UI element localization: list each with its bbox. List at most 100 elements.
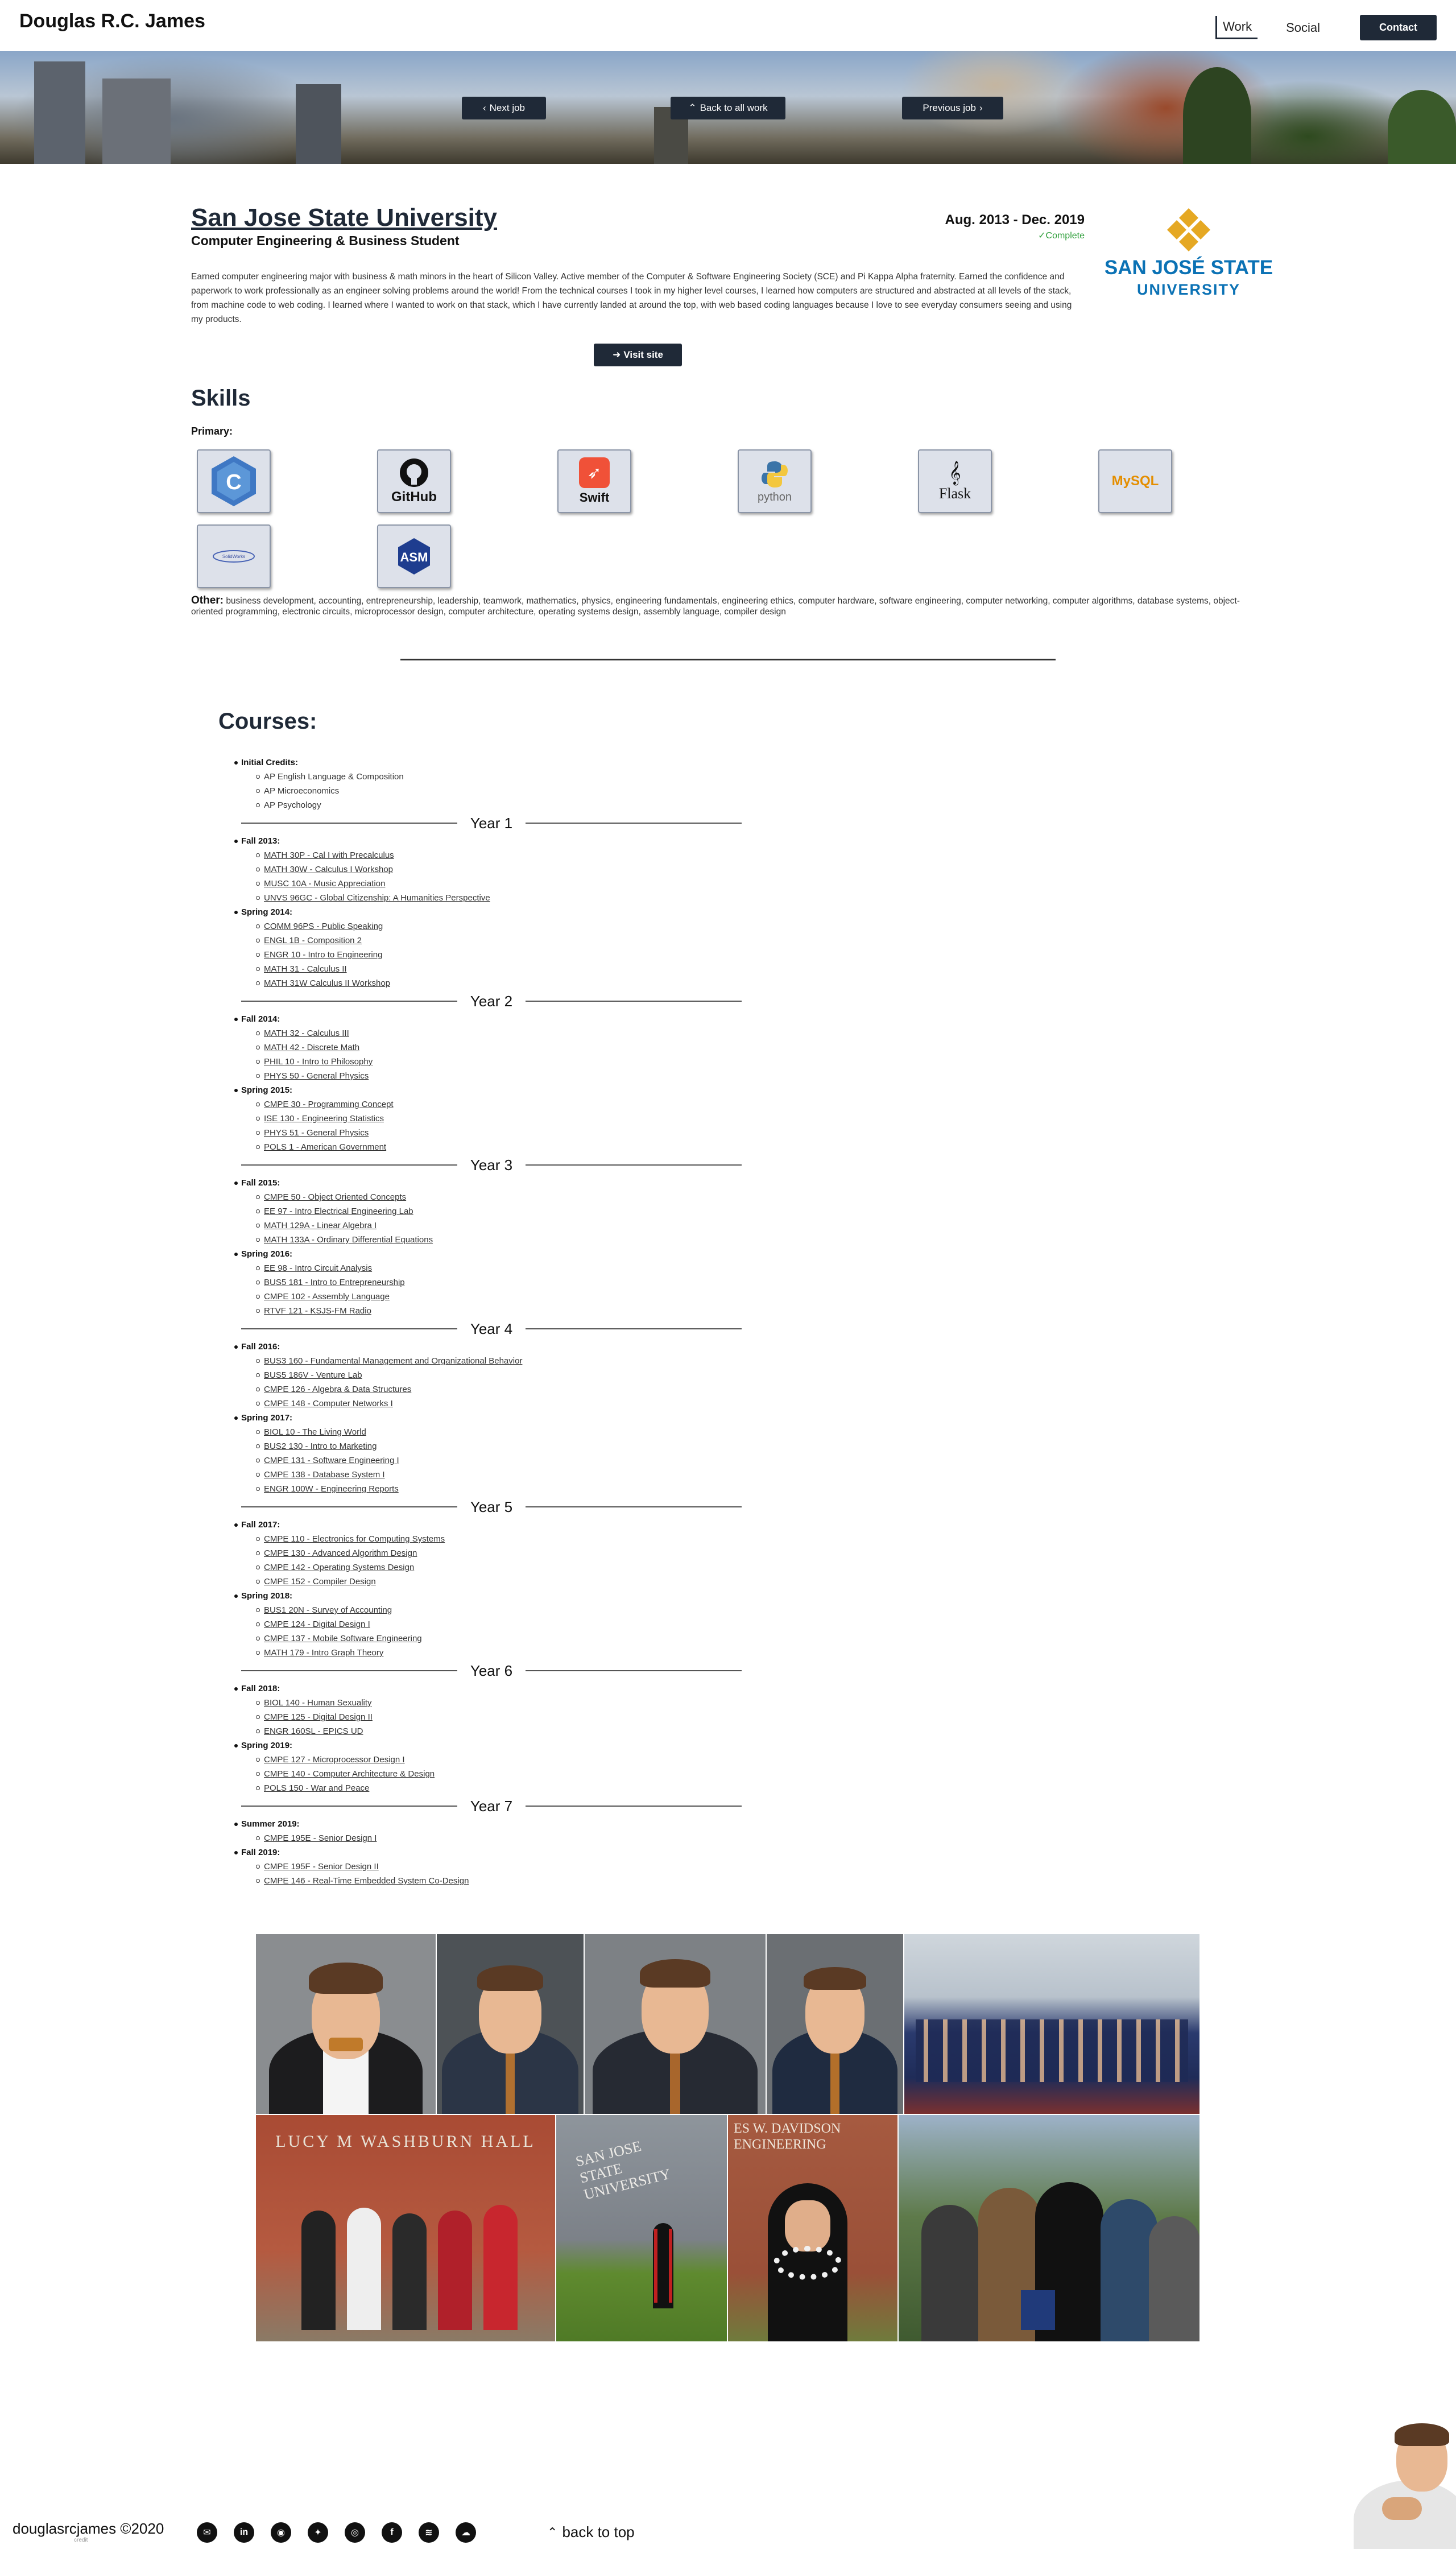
previous-job-button[interactable]: Previous job › <box>902 97 1003 119</box>
check-icon: ✓ <box>1038 231 1046 241</box>
job-title[interactable]: San Jose State University <box>191 204 497 232</box>
course-item[interactable]: CMPE 148 - Computer Networks I <box>218 1397 787 1411</box>
copyright-text: douglasrcjames ©2020 <box>13 2520 164 2537</box>
course-item[interactable]: ENGR 100W - Engineering Reports <box>218 1482 787 1496</box>
course-item[interactable]: RTVF 121 - KSJS-FM Radio <box>218 1304 787 1318</box>
year-label: Year 4 <box>470 1320 513 1337</box>
group-photo-washburn[interactable]: LUCY M WASHBURN HALL <box>256 2115 555 2341</box>
soundcloud-icon[interactable]: ☁ <box>456 2522 476 2543</box>
course-item[interactable]: CMPE 126 - Algebra & Data Structures <box>218 1382 787 1397</box>
chevron-up-icon: ⌃ <box>547 2525 558 2539</box>
course-item[interactable]: POLS 1 - American Government <box>218 1140 787 1154</box>
course-item[interactable]: CMPE 50 - Object Oriented Concepts <box>218 1190 787 1204</box>
course-item[interactable]: MATH 129A - Linear Algebra I <box>218 1218 787 1233</box>
course-item[interactable]: ISE 130 - Engineering Statistics <box>218 1112 787 1126</box>
family-photo[interactable] <box>899 2115 1199 2341</box>
course-item[interactable]: COMM 96PS - Public Speaking <box>218 919 787 933</box>
course-item[interactable]: CMPE 124 - Digital Design I <box>218 1617 787 1631</box>
site-brand[interactable]: Douglas R.C. James <box>19 10 205 32</box>
course-item[interactable]: CMPE 195F - Senior Design II <box>218 1860 787 1874</box>
course-item[interactable]: CMPE 195E - Senior Design I <box>218 1831 787 1845</box>
course-item[interactable]: BIOL 140 - Human Sexuality <box>218 1696 787 1710</box>
campus-sign-photo[interactable]: SAN JOSE STATE UNIVERSITY <box>556 2115 727 2341</box>
back-to-top-link[interactable]: ⌃ back to top <box>547 2523 635 2541</box>
python-icon: python <box>738 449 812 513</box>
year-label: Year 6 <box>470 1662 513 1679</box>
next-job-button[interactable]: ‹ Next job <box>462 97 546 119</box>
course-item[interactable]: CMPE 125 - Digital Design II <box>218 1710 787 1724</box>
back-to-all-work-button[interactable]: ⌃ Back to all work <box>671 97 785 119</box>
course-item[interactable]: BUS3 160 - Fundamental Management and Or… <box>218 1354 787 1368</box>
course-item[interactable]: ENGR 160SL - EPICS UD <box>218 1724 787 1738</box>
previous-job-label: Previous job <box>923 102 976 113</box>
portrait-photo-4[interactable] <box>767 1934 903 2114</box>
course-item[interactable]: ENGR 10 - Intro to Engineering <box>218 948 787 962</box>
course-item[interactable]: PHYS 50 - General Physics <box>218 1069 787 1083</box>
instagram-icon[interactable]: ◎ <box>345 2522 365 2543</box>
year-label: Year 3 <box>470 1156 513 1174</box>
course-item[interactable]: CMPE 102 - Assembly Language <box>218 1290 787 1304</box>
course-item[interactable]: CMPE 131 - Software Engineering I <box>218 1453 787 1468</box>
course-item[interactable]: CMPE 152 - Compiler Design <box>218 1575 787 1589</box>
github-icon[interactable]: ◉ <box>271 2522 291 2543</box>
course-item[interactable]: CMPE 146 - Real-Time Embedded System Co-… <box>218 1874 787 1888</box>
course-item[interactable]: CMPE 142 - Operating Systems Design <box>218 1560 787 1575</box>
term-label: Fall 2014: <box>218 1012 787 1026</box>
course-item[interactable]: CMPE 110 - Electronics for Computing Sys… <box>218 1532 787 1546</box>
mysql-label: MySQL <box>1111 473 1159 489</box>
course-item[interactable]: MATH 42 - Discrete Math <box>218 1040 787 1055</box>
credit-link[interactable]: credit <box>74 2537 88 2543</box>
nav-social-link[interactable]: Social <box>1280 17 1326 39</box>
portrait-photo-1[interactable] <box>256 1934 436 2114</box>
course-item[interactable]: BUS5 181 - Intro to Entrepreneurship <box>218 1275 787 1290</box>
course-item[interactable]: CMPE 138 - Database System I <box>218 1468 787 1482</box>
visit-site-button[interactable]: ➜ Visit site <box>594 344 682 366</box>
course-item[interactable]: EE 97 - Intro Electrical Engineering Lab <box>218 1204 787 1218</box>
course-item[interactable]: CMPE 127 - Microprocessor Design I <box>218 1753 787 1767</box>
course-item[interactable]: CMPE 130 - Advanced Algorithm Design <box>218 1546 787 1560</box>
twitter-icon[interactable]: ✦ <box>308 2522 328 2543</box>
hero-banner: ‹ Next job ⌃ Back to all work Previous j… <box>0 51 1456 164</box>
course-item[interactable]: MATH 30W - Calculus I Workshop <box>218 862 787 877</box>
course-item[interactable]: BIOL 10 - The Living World <box>218 1425 787 1439</box>
avatar[interactable] <box>1342 2418 1456 2549</box>
course-name: EE 97 - Intro Electrical Engineering Lab <box>264 1207 413 1216</box>
portrait-photo-2[interactable] <box>437 1934 584 2114</box>
course-item[interactable]: MATH 30P - Cal I with Precalculus <box>218 848 787 862</box>
course-item[interactable]: MUSC 10A - Music Appreciation <box>218 877 787 891</box>
chevron-right-icon: › <box>979 102 983 113</box>
course-item[interactable]: EE 98 - Intro Circuit Analysis <box>218 1261 787 1275</box>
contact-button[interactable]: Contact <box>1360 15 1437 40</box>
linkedin-icon[interactable]: in <box>234 2522 254 2543</box>
course-item[interactable]: BUS1 20N - Survey of Accounting <box>218 1603 787 1617</box>
spotify-icon[interactable]: ≋ <box>419 2522 439 2543</box>
course-item[interactable]: PHYS 51 - General Physics <box>218 1126 787 1140</box>
facebook-icon[interactable]: f <box>382 2522 402 2543</box>
course-item[interactable]: BUS2 130 - Intro to Marketing <box>218 1439 787 1453</box>
email-icon[interactable]: ✉ <box>197 2522 217 2543</box>
term-label: Spring 2014: <box>218 905 787 919</box>
course-item[interactable]: MATH 133A - Ordinary Differential Equati… <box>218 1233 787 1247</box>
course-name: MATH 30W - Calculus I Workshop <box>264 865 393 874</box>
course-item[interactable]: BUS5 186V - Venture Lab <box>218 1368 787 1382</box>
engineering-building-photo[interactable]: ES W. DAVIDSON ENGINEERING <box>728 2115 897 2341</box>
course-item[interactable]: CMPE 140 - Computer Architecture & Desig… <box>218 1767 787 1781</box>
cplusplus-icon: C <box>197 449 271 513</box>
course-name: MATH 31W Calculus II Workshop <box>264 978 391 988</box>
course-item[interactable]: MATH 179 - Intro Graph Theory <box>218 1646 787 1660</box>
course-item[interactable]: UNVS 96GC - Global Citizenship: A Humani… <box>218 891 787 905</box>
group-photo-class[interactable] <box>904 1934 1199 2114</box>
course-name: CMPE 127 - Microprocessor Design I <box>264 1755 405 1765</box>
course-item[interactable]: CMPE 137 - Mobile Software Engineering <box>218 1631 787 1646</box>
course-item[interactable]: PHIL 10 - Intro to Philosophy <box>218 1055 787 1069</box>
course-item[interactable]: POLS 150 - War and Peace <box>218 1781 787 1795</box>
portrait-photo-3[interactable] <box>585 1934 766 2114</box>
course-item[interactable]: MATH 31 - Calculus II <box>218 962 787 976</box>
github-label: GitHub <box>391 489 437 505</box>
course-name: CMPE 142 - Operating Systems Design <box>264 1563 415 1572</box>
course-item[interactable]: MATH 32 - Calculus III <box>218 1026 787 1040</box>
nav-work-link[interactable]: Work <box>1215 16 1258 39</box>
course-item[interactable]: ENGL 1B - Composition 2 <box>218 933 787 948</box>
course-item[interactable]: CMPE 30 - Programming Concept <box>218 1097 787 1112</box>
course-item[interactable]: MATH 31W Calculus II Workshop <box>218 976 787 990</box>
